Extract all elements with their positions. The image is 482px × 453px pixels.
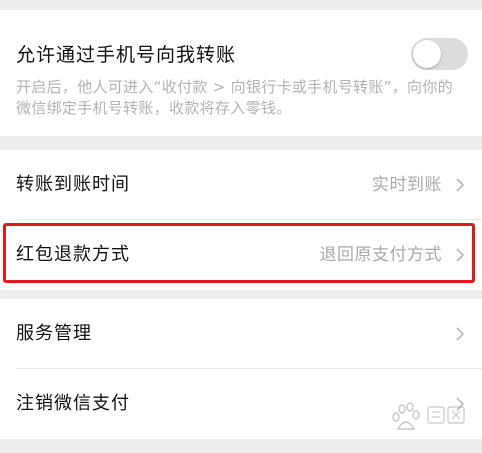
refund-method-row[interactable]: 红包退款方式 退回原支付方式: [0, 220, 482, 290]
transfer-time-label: 转账到账时间: [16, 174, 130, 195]
phone-transfer-title: 允许通过手机号向我转账: [16, 44, 237, 66]
phone-transfer-toggle[interactable]: [411, 38, 468, 70]
chevron-right-icon: [456, 178, 465, 192]
transfer-time-value: 实时到账: [372, 175, 442, 195]
refund-method-label: 红包退款方式: [16, 244, 130, 265]
cancel-wechat-pay-label: 注销微信支付: [16, 393, 130, 414]
service-management-row[interactable]: 服务管理: [0, 299, 482, 369]
refund-method-value: 退回原支付方式: [319, 245, 442, 265]
phone-transfer-section: 允许通过手机号向我转账 开启后，他人可进入“收付款 > 向银行卡或手机号转账”，…: [0, 10, 482, 136]
chevron-right-icon: [456, 327, 465, 341]
settings-list: 转账到账时间 实时到账 红包退款方式 退回原支付方式: [0, 150, 482, 290]
chevron-right-icon: [456, 248, 465, 262]
phone-transfer-description: 开启后，他人可进入“收付款 > 向银行卡或手机号转账”，向你的微信绑定手机号转账…: [16, 78, 453, 117]
service-management-label: 服务管理: [16, 323, 92, 344]
baidu-jingyan-watermark-icon: [392, 402, 465, 430]
transfer-time-row[interactable]: 转账到账时间 实时到账: [0, 150, 482, 220]
toggle-knob: [413, 40, 441, 68]
